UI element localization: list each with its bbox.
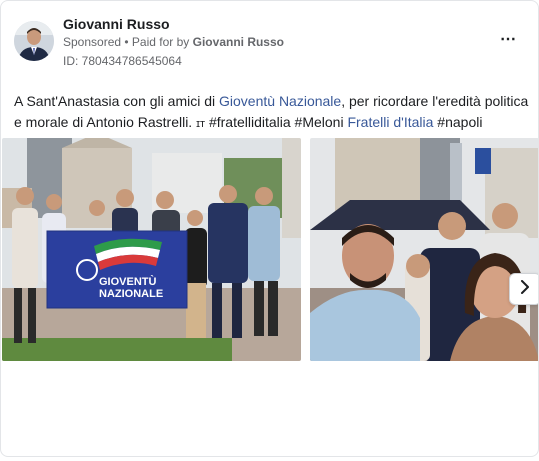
chevron-right-icon	[519, 279, 531, 299]
banner-line2: NAZIONALE	[99, 288, 163, 300]
post-text: A Sant'Anastasia con gli amici di Gioven…	[14, 91, 529, 135]
more-options-icon: ⋯	[500, 31, 516, 48]
carousel-next-button[interactable]	[509, 273, 538, 305]
post-text-part: #fratelliditalia #Meloni	[205, 114, 348, 130]
post-text-part: A Sant'Anastasia con gli amici di	[14, 93, 220, 109]
more-options-button[interactable]: ⋯	[497, 30, 519, 50]
carousel-image-1[interactable]: GIOVENTÙ NAZIONALE	[2, 138, 301, 361]
mention-link-fdi[interactable]: Fratelli d'Italia	[347, 114, 433, 130]
carousel-image-2[interactable]	[310, 138, 538, 361]
ad-id: ID: 780434786545064	[63, 54, 182, 68]
post-text-part: #napoli	[433, 114, 483, 130]
sponsored-meta: Sponsored • Paid for by Giovanni Russo	[63, 35, 284, 49]
mention-link-gioventu[interactable]: Gioventù Nazionale	[219, 93, 341, 109]
paid-for-name: Giovanni Russo	[192, 35, 284, 49]
sponsored-label: Sponsored	[63, 35, 122, 49]
italy-flag-emoji: ɪᴛ	[196, 118, 206, 130]
meta-separator: •	[121, 35, 132, 49]
author-avatar[interactable]	[14, 21, 54, 61]
author-name[interactable]: Giovanni Russo	[63, 16, 170, 32]
sponsored-post-card: Giovanni Russo Sponsored • Paid for by G…	[0, 0, 539, 457]
paid-for-prefix: Paid for by	[131, 35, 190, 49]
banner-line1: GIOVENTÙ	[99, 275, 157, 288]
